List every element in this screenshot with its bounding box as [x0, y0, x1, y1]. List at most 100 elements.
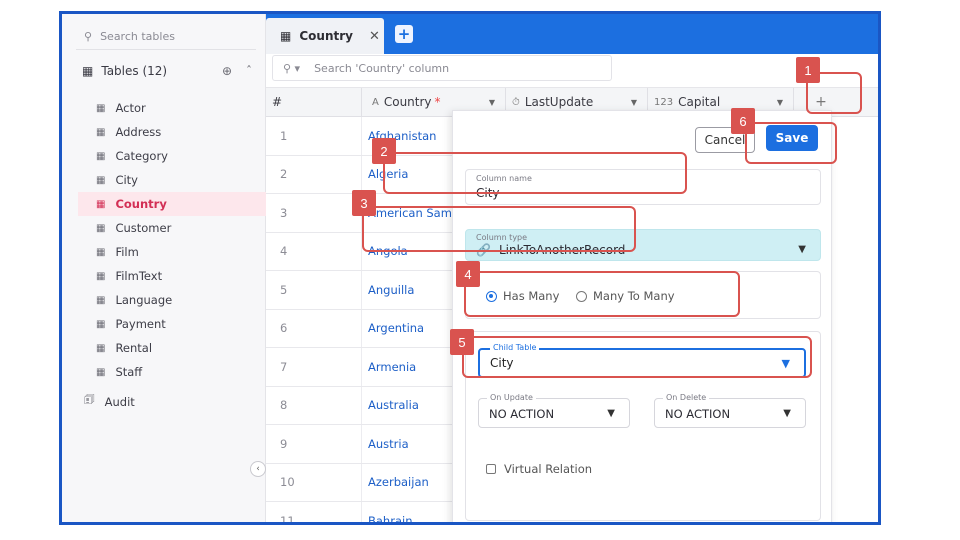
sidebar-item-label: City: [115, 173, 138, 187]
number-type-icon: 123: [654, 96, 674, 108]
sidebar-item-label: Payment: [115, 317, 166, 331]
row-number: 6: [266, 309, 362, 347]
on-delete-value: NO ACTION: [665, 407, 731, 421]
add-tab-button[interactable]: +: [395, 25, 413, 43]
cell-country[interactable]: Argentina: [362, 321, 424, 335]
sidebar-item-label: Customer: [115, 221, 172, 235]
table-row[interactable]: 5 Anguilla: [266, 271, 456, 310]
grid-icon: ▦: [82, 64, 94, 78]
column-search-placeholder: Search 'Country' column: [314, 61, 450, 75]
callout-highlight-4: [464, 271, 740, 317]
cell-country[interactable]: Armenia: [362, 360, 416, 374]
row-number: 2: [266, 155, 362, 193]
table-icon: ▦: [96, 126, 106, 138]
table-icon: ▦: [96, 270, 106, 282]
cell-country[interactable]: Bahrain: [362, 514, 412, 522]
close-icon[interactable]: ✕: [369, 29, 380, 44]
chevron-up-icon[interactable]: ˆ: [246, 64, 252, 78]
sidebar: ⚲ Search tables ▦ Tables (12) ⊕ ˆ ▦ Actor…: [62, 14, 266, 522]
add-table-icon[interactable]: ⊕: [222, 64, 232, 78]
collapse-sidebar-button[interactable]: ‹: [250, 461, 266, 477]
sidebar-item-filmtext[interactable]: ▦ FilmText: [78, 264, 266, 288]
sidebar-item-language[interactable]: ▦ Language: [78, 288, 266, 312]
tab-label: Country: [299, 29, 353, 43]
chevron-down-icon: ▼: [798, 244, 806, 255]
row-number: 4: [266, 232, 362, 270]
sidebar-item-customer[interactable]: ▦ Customer: [78, 216, 266, 240]
chevron-down-icon: ▼: [783, 408, 791, 419]
tab-country[interactable]: ▦ Country ✕: [266, 18, 384, 54]
chevron-down-icon[interactable]: ▼: [777, 98, 783, 107]
sidebar-item-rental[interactable]: ▦ Rental: [78, 336, 266, 360]
table-icon: ▦: [96, 294, 106, 306]
sidebar-item-address[interactable]: ▦ Address: [78, 120, 266, 144]
on-delete-select[interactable]: On Delete NO ACTION ▼: [654, 393, 806, 428]
chevron-down-icon[interactable]: ▼: [631, 98, 637, 107]
table-search[interactable]: ⚲ Search tables: [76, 24, 256, 50]
on-update-select[interactable]: On Update NO ACTION ▼: [478, 393, 630, 428]
table-row[interactable]: 7 Armenia: [266, 348, 456, 387]
text-type-icon: A: [372, 96, 379, 108]
sidebar-item-film[interactable]: ▦ Film: [78, 240, 266, 264]
table-row[interactable]: 10 Azerbaijan: [266, 463, 456, 502]
row-number: 11: [266, 502, 362, 522]
cell-country[interactable]: Anguilla: [362, 283, 414, 297]
sidebar-item-label: Rental: [115, 341, 153, 355]
main-area: ▦ Country ✕ + ⚲ ▾ Search 'Country' colum…: [266, 14, 878, 522]
table-icon: ▦: [96, 174, 106, 186]
tables-header-label: Tables (12): [101, 64, 168, 78]
column-header-label: #: [272, 95, 283, 109]
virtual-relation-label: Virtual Relation: [504, 462, 593, 476]
sidebar-item-actor[interactable]: ▦ Actor: [78, 96, 266, 120]
row-number: 1: [266, 117, 362, 155]
sidebar-item-label: Country: [115, 197, 167, 211]
audit-icon: 🗊: [84, 392, 95, 406]
table-row[interactable]: 11 Bahrain: [266, 502, 456, 522]
callout-highlight-5: [462, 336, 812, 378]
on-delete-label: On Delete: [663, 393, 710, 402]
callout-highlight-6: [745, 122, 837, 164]
callout-badge-5: 5: [450, 329, 474, 355]
table-icon: ▦: [96, 246, 106, 258]
sidebar-item-city[interactable]: ▦ City: [78, 168, 266, 192]
table-row[interactable]: 1 Afghanistan: [266, 117, 456, 156]
table-icon: ▦: [96, 318, 106, 330]
chevron-left-icon: ‹: [256, 464, 260, 474]
callout-highlight-2: [383, 152, 687, 194]
table-icon: ▦: [96, 222, 106, 234]
table-row[interactable]: 8 Australia: [266, 386, 456, 425]
chevron-down-icon[interactable]: ▼: [489, 98, 495, 107]
cell-country[interactable]: Azerbaijan: [362, 475, 429, 489]
table-row[interactable]: 9 Austria: [266, 425, 456, 464]
row-number: 10: [266, 463, 362, 501]
cell-country[interactable]: Austria: [362, 437, 409, 451]
callout-badge-4: 4: [456, 261, 480, 287]
virtual-relation-checkbox[interactable]: Virtual Relation: [486, 462, 592, 476]
sidebar-item-payment[interactable]: ▦ Payment: [78, 312, 266, 336]
sidebar-item-country[interactable]: ▦ Country: [78, 192, 266, 216]
callout-highlight-3: [362, 206, 636, 252]
table-icon: ▦: [96, 198, 106, 210]
row-number: 7: [266, 348, 362, 386]
tables-header[interactable]: ▦ Tables (12) ⊕ ˆ: [82, 64, 252, 78]
sidebar-item-staff[interactable]: ▦ Staff: [78, 360, 266, 384]
sidebar-item-label: Actor: [115, 101, 146, 115]
on-update-value: NO ACTION: [489, 407, 555, 421]
column-header-label: LastUpdate: [524, 95, 594, 109]
on-update-label: On Update: [487, 393, 536, 402]
sidebar-item-category[interactable]: ▦ Category: [78, 144, 266, 168]
row-number: 5: [266, 271, 362, 309]
sidebar-item-label: Language: [115, 293, 173, 307]
plus-icon: +: [397, 24, 411, 43]
column-search[interactable]: ⚲ ▾ Search 'Country' column: [272, 55, 612, 81]
sidebar-item-label: Address: [115, 125, 162, 139]
search-icon: ⚲ ▾: [283, 61, 301, 75]
grid-icon: ▦: [280, 29, 292, 43]
sidebar-item-audit[interactable]: 🗊 Audit: [84, 392, 135, 411]
table-row[interactable]: 6 Argentina: [266, 309, 456, 348]
sidebar-item-label: Film: [115, 245, 139, 259]
row-number: 9: [266, 425, 362, 463]
table-list: ▦ Actor ▦ Address ▦ Category ▦ City ▦ Country…: [78, 96, 266, 384]
sidebar-item-label: Staff: [115, 365, 143, 379]
cell-country[interactable]: Australia: [362, 398, 419, 412]
